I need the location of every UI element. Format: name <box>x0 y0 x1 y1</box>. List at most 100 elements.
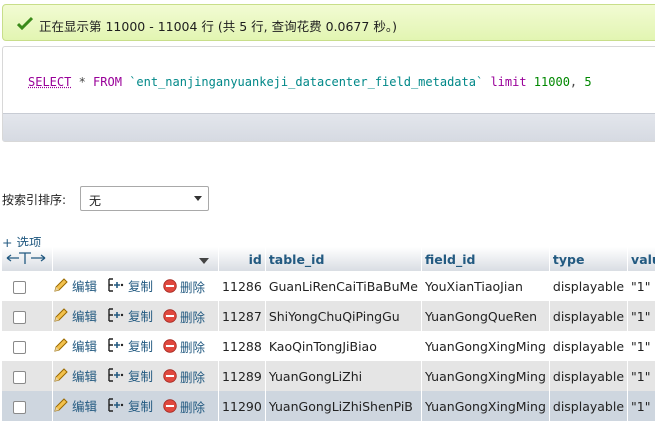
column-header-type[interactable]: type <box>549 247 629 271</box>
row-checkbox[interactable] <box>13 280 26 294</box>
delete-button[interactable]: 删除 <box>163 307 205 326</box>
copy-button[interactable]: 复制 <box>107 306 153 325</box>
row-checkbox-cell <box>2 271 53 301</box>
cell-table-id[interactable]: YuanGongLiZhi <box>265 361 422 391</box>
delete-icon <box>163 279 177 293</box>
edit-label: 编辑 <box>72 338 98 354</box>
chevron-down-icon <box>194 196 202 201</box>
cell-type[interactable]: displayable <box>549 271 629 301</box>
cell-value[interactable]: "1" <box>627 361 655 391</box>
sql-comma: , <box>569 75 585 89</box>
cell-type[interactable]: displayable <box>549 361 629 391</box>
copy-label: 复制 <box>128 398 154 414</box>
pencil-icon <box>54 278 68 292</box>
table-row[interactable]: 编辑 复制 删除 11287 ShiYongChuQiPingGu YuanGo… <box>2 301 655 331</box>
copy-icon <box>108 368 124 382</box>
column-header-id[interactable]: id <box>218 247 266 271</box>
pencil-icon <box>54 368 68 382</box>
delete-button[interactable]: 删除 <box>163 277 205 296</box>
row-checkbox[interactable] <box>13 310 26 324</box>
cell-field-id[interactable]: YuanGongXingMing <box>421 331 550 361</box>
sort-by-index-select[interactable]: 无 <box>80 186 209 211</box>
delete-icon <box>163 339 177 353</box>
cell-table-id[interactable]: ShiYongChuQiPingGu <box>265 301 422 331</box>
query-status-text: 正在显示第 11000 - 11004 行 (共 5 行, 查询花费 0.067… <box>39 19 397 34</box>
column-resize-handle[interactable] <box>2 247 53 271</box>
cell-type[interactable]: displayable <box>549 331 629 361</box>
row-checkbox[interactable] <box>13 400 26 414</box>
delete-icon <box>163 309 177 323</box>
cell-value[interactable]: "1" <box>627 331 655 361</box>
delete-label: 删除 <box>180 279 206 295</box>
table-row[interactable]: 编辑 复制 删除 11289 YuanGongLiZhi YuanGongXin… <box>2 361 655 391</box>
row-actions-cell: 编辑 复制 删除 <box>52 361 220 391</box>
copy-button[interactable]: 复制 <box>107 366 153 385</box>
row-checkbox[interactable] <box>13 370 26 384</box>
column-header-field-id[interactable]: field_id <box>421 247 550 271</box>
cell-id[interactable]: 11288 <box>218 331 266 361</box>
results-table: id table_id field_id type value 编辑 <box>2 247 655 421</box>
cell-value[interactable]: "1" <box>627 271 655 301</box>
column-header-table-id[interactable]: table_id <box>265 247 422 271</box>
edit-button[interactable]: 编辑 <box>53 366 97 385</box>
cell-table-id[interactable]: KaoQinTongJiBiao <box>265 331 422 361</box>
row-actions-cell: 编辑 复制 删除 <box>52 331 220 361</box>
edit-label: 编辑 <box>72 308 98 324</box>
sql-offset: 11000 <box>533 75 570 89</box>
copy-label: 复制 <box>128 368 154 384</box>
row-checkbox-cell <box>2 331 53 361</box>
cell-table-id[interactable]: YuanGongLiZhiShenPiB <box>265 391 422 421</box>
cell-id[interactable]: 11286 <box>218 271 266 301</box>
sql-star: * <box>71 75 94 89</box>
column-header-value[interactable]: value <box>627 247 655 271</box>
row-actions-cell: 编辑 复制 删除 <box>52 271 220 301</box>
copy-button[interactable]: 复制 <box>107 336 153 355</box>
cell-field-id[interactable]: YouXianTiaoJian <box>421 271 550 301</box>
delete-label: 删除 <box>180 399 206 415</box>
table-row[interactable]: 编辑 复制 删除 11288 KaoQinTongJiBiao YuanGong… <box>2 331 655 361</box>
dropdown-triangle-icon <box>199 257 210 264</box>
copy-label: 复制 <box>128 308 154 324</box>
delete-label: 删除 <box>180 339 206 355</box>
delete-button[interactable]: 删除 <box>163 397 205 416</box>
sql-limit-keyword: limit <box>490 75 527 89</box>
cell-value[interactable]: "1" <box>627 391 655 421</box>
row-checkbox-cell <box>2 301 53 331</box>
cell-field-id[interactable]: YuanGongQueRen <box>421 301 550 331</box>
sql-select-keyword[interactable]: SELECT <box>28 75 71 89</box>
sort-options-dropdown[interactable] <box>52 247 220 271</box>
checkmark-icon <box>16 16 34 33</box>
table-header-row: id table_id field_id type value <box>2 247 655 271</box>
cell-value[interactable]: "1" <box>627 301 655 331</box>
table-row[interactable]: 编辑 复制 删除 11286 GuanLiRenCaiTiBaBuMe YouX… <box>2 271 655 301</box>
delete-label: 删除 <box>180 309 206 325</box>
copy-label: 复制 <box>128 278 154 294</box>
cell-id[interactable]: 11289 <box>218 361 266 391</box>
edit-button[interactable]: 编辑 <box>53 336 97 355</box>
pencil-icon <box>54 398 68 412</box>
copy-button[interactable]: 复制 <box>107 396 153 415</box>
edit-label: 编辑 <box>72 278 98 294</box>
cell-field-id[interactable]: YuanGongXingMing <box>421 391 550 421</box>
cell-type[interactable]: displayable <box>549 391 629 421</box>
delete-button[interactable]: 删除 <box>163 367 205 386</box>
delete-button[interactable]: 删除 <box>163 337 205 356</box>
copy-icon <box>108 278 124 292</box>
edit-button[interactable]: 编辑 <box>53 276 97 295</box>
copy-button[interactable]: 复制 <box>107 276 153 295</box>
edit-button[interactable]: 编辑 <box>53 306 97 325</box>
cell-field-id[interactable]: YuanGongXingMing <box>421 361 550 391</box>
row-checkbox[interactable] <box>13 340 26 354</box>
sql-query-text[interactable]: SELECT * FROM `ent_nanjinganyuankeji_dat… <box>28 75 592 89</box>
copy-label: 复制 <box>128 338 154 354</box>
cell-table-id[interactable]: GuanLiRenCaiTiBaBuMe <box>265 271 422 301</box>
success-message-banner: 正在显示第 11000 - 11004 行 (共 5 行, 查询花费 0.067… <box>2 4 655 41</box>
row-checkbox-cell <box>2 361 53 391</box>
cell-id[interactable]: 11290 <box>218 391 266 421</box>
pencil-icon <box>54 338 68 352</box>
table-row[interactable]: 编辑 复制 删除 11290 YuanGongLiZhiShenPiB Yuan… <box>2 391 655 421</box>
cell-id[interactable]: 11287 <box>218 301 266 331</box>
cell-type[interactable]: displayable <box>549 301 629 331</box>
edit-button[interactable]: 编辑 <box>53 396 97 415</box>
delete-icon <box>163 369 177 383</box>
